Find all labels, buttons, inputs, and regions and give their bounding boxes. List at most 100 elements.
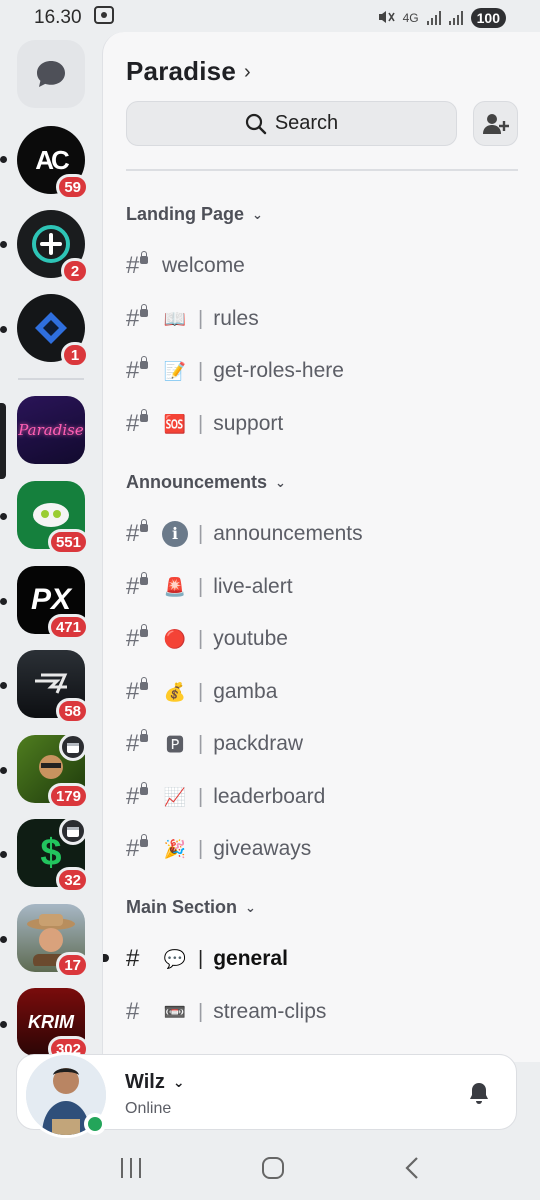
chart-up-icon: 📈 xyxy=(163,786,187,807)
chevron-down-icon: ⌄ xyxy=(275,474,286,490)
speech-bubble-icon: 💬 xyxy=(163,948,187,969)
server-icon-paradise[interactable]: Paradise xyxy=(17,396,85,464)
server-icon[interactable]: AC 59 xyxy=(17,126,89,200)
mute-icon xyxy=(377,9,395,28)
channel-announcements[interactable]: # ℹ | announcements xyxy=(126,514,516,554)
locked-channel-icon: # xyxy=(126,729,152,758)
battery-indicator: 100 xyxy=(470,8,506,28)
locked-channel-icon: # xyxy=(126,834,152,863)
unread-indicator xyxy=(0,598,7,605)
chevron-right-icon: › xyxy=(244,61,251,83)
server-icon[interactable]: 551 xyxy=(17,481,89,555)
server-icon[interactable]: 179 xyxy=(17,733,89,809)
invite-members-button[interactable] xyxy=(473,101,518,146)
recent-apps-icon[interactable] xyxy=(118,1156,144,1185)
unread-indicator xyxy=(0,936,7,943)
server-icon[interactable]: KRIM 302 xyxy=(17,988,89,1062)
server-rail: AC 59 2 1 Paradise 551 PX 471 58 179 $ 3… xyxy=(0,36,102,1062)
chevron-down-icon: ⌄ xyxy=(252,206,263,222)
mention-badge: 32 xyxy=(56,867,89,893)
online-status-icon xyxy=(84,1113,106,1135)
user-status: Online xyxy=(125,1100,172,1117)
server-icon[interactable]: 58 xyxy=(17,650,89,724)
server-icon[interactable]: $ 32 xyxy=(17,817,89,893)
locked-channel-icon: # xyxy=(126,782,152,811)
book-icon: 📖 xyxy=(163,308,187,329)
rail-divider xyxy=(18,378,84,380)
channel-general[interactable]: # 💬 | general xyxy=(126,939,516,979)
username[interactable]: Wilz ⌄ xyxy=(125,1071,185,1094)
channel-hash-icon: # xyxy=(126,998,140,1025)
unread-indicator xyxy=(0,513,7,520)
back-icon[interactable] xyxy=(402,1155,422,1186)
calendar-event-icon xyxy=(59,733,87,761)
sos-icon: 🆘 xyxy=(163,413,187,434)
server-icon[interactable]: 2 xyxy=(17,210,89,284)
winged-logo-icon xyxy=(35,673,68,694)
signal-icon xyxy=(426,11,441,25)
locked-channel-icon: # xyxy=(126,572,152,601)
status-bar: 16.30 4G 100 xyxy=(0,0,540,36)
category-main-section[interactable]: Main Section ⌄ xyxy=(126,897,256,918)
channel-get-roles-here[interactable]: # 📝 | get-roles-here xyxy=(126,351,516,391)
locked-channel-icon: # xyxy=(126,519,152,548)
search-label: Search xyxy=(274,112,339,134)
channel-youtube[interactable]: # 🔴 | youtube xyxy=(126,619,516,659)
selected-server-indicator xyxy=(0,403,6,479)
memo-icon: 📝 xyxy=(163,360,187,381)
unread-indicator xyxy=(0,767,7,774)
unread-indicator xyxy=(0,851,7,858)
mention-badge: 58 xyxy=(56,698,89,724)
home-icon[interactable] xyxy=(260,1155,286,1186)
videocassette-icon: 📼 xyxy=(163,1001,187,1022)
locked-channel-icon: # xyxy=(126,624,152,653)
channel-welcome[interactable]: # welcome xyxy=(126,246,516,286)
server-icon[interactable]: 1 xyxy=(17,294,89,368)
channel-packdraw[interactable]: # 🅿 | packdraw xyxy=(126,724,516,764)
direct-messages-button[interactable] xyxy=(17,40,85,108)
screenshot-icon xyxy=(93,6,114,30)
signal-icon-2 xyxy=(448,11,463,25)
category-announcements[interactable]: Announcements ⌄ xyxy=(126,472,286,493)
channel-stream-clips[interactable]: # 📼 | stream-clips xyxy=(126,992,516,1032)
chevron-down-icon: ⌄ xyxy=(245,899,256,915)
money-bag-icon: 💰 xyxy=(163,681,187,702)
party-popper-icon: 🎉 xyxy=(163,838,187,859)
channel-support[interactable]: # 🆘 | support xyxy=(126,404,516,444)
server-icon[interactable]: 17 xyxy=(17,904,89,978)
clock: 16.30 xyxy=(34,7,82,28)
red-circle-icon: 🔴 xyxy=(163,628,187,649)
unread-indicator xyxy=(0,682,7,689)
channel-panel: Paradise › Search Landing Page ⌄ # welcom… xyxy=(102,32,540,1062)
guild-header[interactable]: Paradise › xyxy=(126,56,251,87)
mention-badge: 17 xyxy=(56,952,89,978)
channel-giveaways[interactable]: # 🎉 | giveaways xyxy=(126,829,516,869)
network-type: 4G xyxy=(402,11,419,25)
add-user-icon xyxy=(482,113,509,134)
calendar-event-icon xyxy=(59,817,87,845)
mention-badge: 551 xyxy=(47,529,89,555)
server-icon[interactable]: PX 471 xyxy=(17,566,89,640)
channel-hash-icon: # xyxy=(126,945,140,972)
locked-channel-icon: # xyxy=(126,356,152,385)
unread-indicator xyxy=(0,241,7,248)
siren-icon: 🚨 xyxy=(163,576,187,597)
channel-leaderboard[interactable]: # 📈 | leaderboard xyxy=(126,777,516,817)
chat-bubble-icon xyxy=(37,61,65,87)
unread-indicator xyxy=(0,326,7,333)
channel-gamba[interactable]: # 💰 | gamba xyxy=(126,672,516,712)
locked-channel-icon: # xyxy=(126,409,152,438)
notification-bell-icon[interactable] xyxy=(466,1080,492,1106)
diamond-logo-icon xyxy=(35,312,67,344)
mention-badge: 179 xyxy=(47,783,89,809)
channel-live-alert[interactable]: # 🚨 | live-alert xyxy=(126,567,516,607)
locked-channel-icon: # xyxy=(126,304,152,333)
locked-channel-icon: # xyxy=(126,677,152,706)
search-button[interactable]: Search xyxy=(126,101,457,146)
locked-channel-icon: # xyxy=(126,251,152,280)
system-nav-bar xyxy=(0,1140,540,1200)
category-landing-page[interactable]: Landing Page ⌄ xyxy=(126,204,263,225)
channel-rules[interactable]: # 📖 | rules xyxy=(126,299,516,339)
mention-badge: 1 xyxy=(61,342,89,368)
header-divider xyxy=(126,169,518,171)
